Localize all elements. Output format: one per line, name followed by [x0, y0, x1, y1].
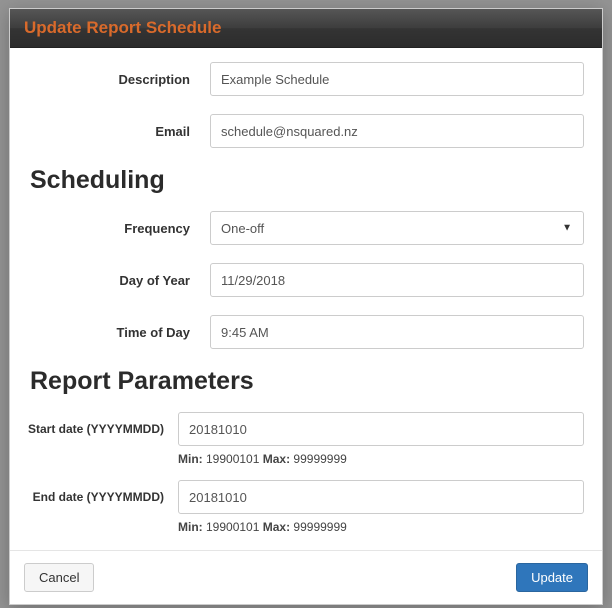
update-button[interactable]: Update	[516, 563, 588, 592]
modal-body: Description Email Scheduling Frequency O…	[10, 48, 602, 550]
end-date-label: End date (YYYYMMDD)	[28, 490, 178, 504]
description-input[interactable]	[210, 62, 584, 96]
frequency-select[interactable]: One-off	[210, 211, 584, 245]
start-date-label: Start date (YYYYMMDD)	[28, 422, 178, 436]
modal-title: Update Report Schedule	[24, 18, 588, 38]
end-date-help: Min: 19900101 Max: 99999999	[28, 520, 584, 534]
time-of-day-label: Time of Day	[28, 325, 210, 340]
modal-footer: Cancel Update	[10, 550, 602, 604]
report-parameters-heading: Report Parameters	[30, 367, 584, 396]
cancel-button[interactable]: Cancel	[24, 563, 94, 592]
time-of-day-input[interactable]	[210, 315, 584, 349]
email-input[interactable]	[210, 114, 584, 148]
start-date-input[interactable]	[178, 412, 584, 446]
frequency-label: Frequency	[28, 221, 210, 236]
description-label: Description	[28, 72, 210, 87]
update-report-schedule-modal: Update Report Schedule Description Email…	[9, 8, 603, 605]
modal-header: Update Report Schedule	[10, 9, 602, 48]
email-label: Email	[28, 124, 210, 139]
start-date-help: Min: 19900101 Max: 99999999	[28, 452, 584, 466]
scheduling-heading: Scheduling	[30, 166, 584, 195]
frequency-value: One-off	[221, 221, 264, 236]
day-of-year-label: Day of Year	[28, 273, 210, 288]
day-of-year-input[interactable]	[210, 263, 584, 297]
end-date-input[interactable]	[178, 480, 584, 514]
